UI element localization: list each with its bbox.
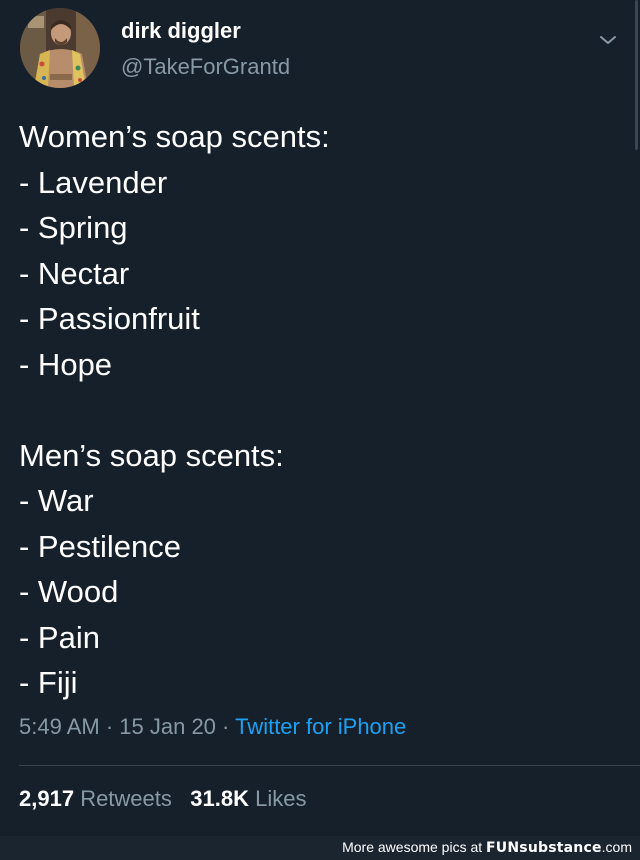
chevron-down-icon[interactable] xyxy=(596,28,620,52)
divider xyxy=(19,765,640,766)
tweet-meta: 5:49 AM · 15 Jan 20 · Twitter for iPhone xyxy=(19,713,406,741)
watermark-brand: FUNsubstance xyxy=(486,840,602,856)
tweet-source-link[interactable]: Twitter for iPhone xyxy=(235,714,406,739)
tweet-line: - Pestilence xyxy=(19,528,181,564)
tweet-line: - Lavender xyxy=(19,164,168,200)
tweet-line: - Passionfruit xyxy=(19,301,200,336)
tweet-header: dirk diggler @TakeForGrantd xyxy=(20,8,620,90)
avatar[interactable] xyxy=(20,8,100,88)
watermark-prefix: More awesome pics at xyxy=(342,839,487,855)
tweet-line: - War xyxy=(19,483,94,518)
tweet-line: - Spring xyxy=(19,210,128,245)
likes-stat[interactable]: 31.8K Likes xyxy=(190,786,306,811)
meta-separator: · xyxy=(99,714,120,739)
watermark-suffix: .com xyxy=(601,839,632,855)
tweet-line: - Nectar xyxy=(19,255,130,291)
retweets-count: 2,917 xyxy=(19,786,75,811)
avatar-image xyxy=(20,8,100,88)
retweets-label: Retweets xyxy=(80,786,172,811)
tweet-line: - Wood xyxy=(19,574,119,609)
tweet-line: - Pain xyxy=(19,619,100,655)
tweet-text: Women’s soap scents: - Lavender - Spring… xyxy=(19,114,619,706)
retweets-stat[interactable]: 2,917 Retweets xyxy=(19,786,172,811)
watermark-bar: More awesome pics at FUNsubstance.com xyxy=(0,836,640,860)
tweet-time[interactable]: 5:49 AM xyxy=(19,714,100,739)
tweet: dirk diggler @TakeForGrantd Women’s soap… xyxy=(0,0,640,836)
meta-separator: · xyxy=(215,714,236,739)
author-names: dirk diggler @TakeForGrantd xyxy=(121,18,290,80)
tweet-line: Women’s soap scents: xyxy=(19,119,330,154)
likes-count: 31.8K xyxy=(190,786,249,811)
tweet-date[interactable]: 15 Jan 20 xyxy=(119,714,216,739)
tweet-line: - Hope xyxy=(19,346,113,382)
tweet-line: Men’s soap scents: xyxy=(19,437,284,473)
display-name[interactable]: dirk diggler xyxy=(121,18,290,44)
user-handle[interactable]: @TakeForGrantd xyxy=(121,54,290,80)
likes-label: Likes xyxy=(255,786,307,811)
tweet-stats: 2,917 Retweets 31.8K Likes xyxy=(19,785,306,813)
watermark: More awesome pics at FUNsubstance.com xyxy=(342,839,632,856)
tweet-line: - Fiji xyxy=(19,665,78,700)
